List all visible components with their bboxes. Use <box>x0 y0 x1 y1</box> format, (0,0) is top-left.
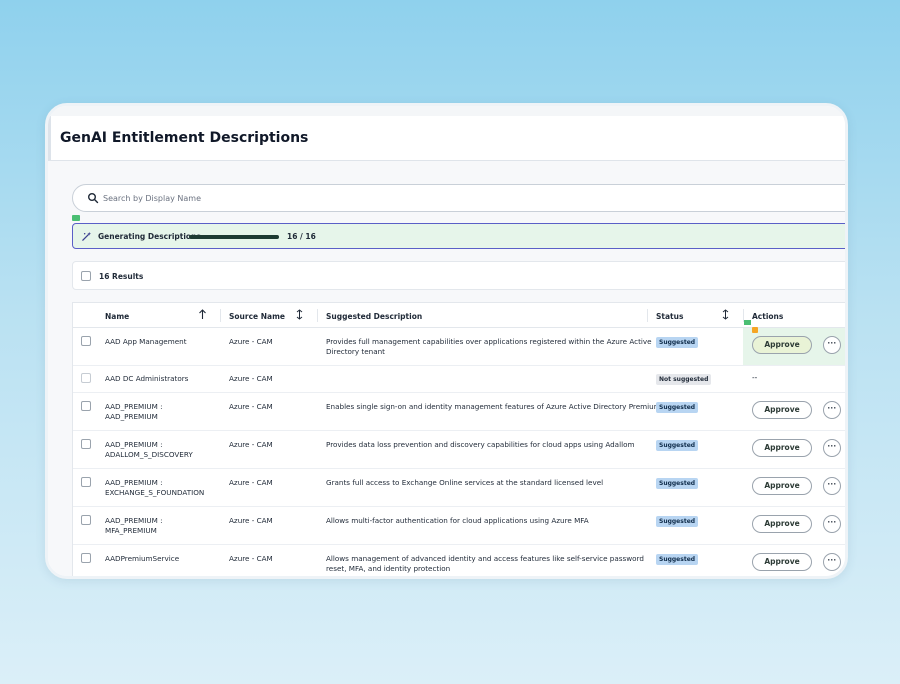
app-window: GenAI Entitlement Descriptions Generatin… <box>45 103 848 579</box>
status-badge: Suggested <box>656 554 699 565</box>
entitlement-name: AAD_PREMIUM : <box>105 440 163 449</box>
magic-wand-icon <box>82 231 92 241</box>
row-checkbox[interactable] <box>81 477 91 487</box>
source-name: Azure - CAM <box>229 337 273 346</box>
progress-count: 16 / 16 <box>287 232 316 241</box>
suggested-description: Provides full management capabilities ov… <box>326 337 652 346</box>
approve-button[interactable]: Approve <box>752 553 812 571</box>
table-row[interactable]: AAD App Management Azure - CAM Provides … <box>73 320 845 366</box>
entitlement-name: AAD App Management <box>105 337 187 346</box>
results-count: 16 Results <box>99 272 144 281</box>
column-divider <box>647 309 648 322</box>
table-row[interactable]: AADPremiumService Azure - CAM Allows man… <box>73 545 845 576</box>
progress-bar-fill <box>189 235 279 239</box>
column-header-description: Suggested Description <box>326 312 423 321</box>
source-name: Azure - CAM <box>229 440 273 449</box>
entitlement-name: AAD_PREMIUM : <box>105 516 163 525</box>
annotation-marker <box>744 320 751 325</box>
source-name: Azure - CAM <box>229 516 273 525</box>
no-action-indicator: -- <box>752 373 758 382</box>
more-horizontal-icon[interactable]: ··· <box>823 477 841 495</box>
entitlement-name: AAD_PREMIUM : <box>105 402 163 411</box>
table-row[interactable]: AAD_PREMIUM : MFA_PREMIUM Azure - CAM Al… <box>73 507 845 545</box>
suggested-description: Allows management of advanced identity a… <box>326 554 644 563</box>
results-bar: 16 Results <box>72 261 845 290</box>
table-row[interactable]: AAD_PREMIUM : ADALLOM_S_DISCOVERY Azure … <box>73 431 845 469</box>
suggested-description: Provides data loss prevention and discov… <box>326 440 635 449</box>
approve-button[interactable]: Approve <box>752 439 812 457</box>
more-horizontal-icon[interactable]: ··· <box>823 515 841 533</box>
source-name: Azure - CAM <box>229 374 273 383</box>
status-badge: Suggested <box>656 337 699 348</box>
table-row[interactable]: AAD DC Administrators Azure - CAM Not su… <box>73 366 845 393</box>
source-name: Azure - CAM <box>229 402 273 411</box>
entitlement-name-line2: EXCHANGE_S_FOUNDATION <box>105 488 205 497</box>
page-header: GenAI Entitlement Descriptions <box>48 116 845 161</box>
table-row[interactable]: AAD_PREMIUM : AAD_PREMIUM Azure - CAM En… <box>73 393 845 431</box>
row-checkbox[interactable] <box>81 439 91 449</box>
suggested-description: Grants full access to Exchange Online se… <box>326 478 604 487</box>
more-horizontal-icon[interactable]: ··· <box>823 553 841 571</box>
column-header-status[interactable]: Status <box>656 312 683 321</box>
row-checkbox[interactable] <box>81 553 91 563</box>
more-horizontal-icon[interactable]: ··· <box>823 336 841 354</box>
more-horizontal-icon[interactable]: ··· <box>823 401 841 419</box>
entitlement-name-line2: AAD_PREMIUM <box>105 412 158 421</box>
annotation-marker <box>72 215 80 221</box>
source-name: Azure - CAM <box>229 554 273 563</box>
column-header-name[interactable]: Name <box>105 312 129 321</box>
column-divider <box>317 309 318 322</box>
suggested-description: Enables single sign-on and identity mana… <box>326 402 661 411</box>
column-header-source[interactable]: Source Name <box>229 312 285 321</box>
source-name: Azure - CAM <box>229 478 273 487</box>
approve-button[interactable]: Approve <box>752 401 812 419</box>
suggested-description: Directory tenant <box>326 347 385 356</box>
table-row[interactable]: AAD_PREMIUM : EXCHANGE_S_FOUNDATION Azur… <box>73 469 845 507</box>
status-badge: Suggested <box>656 402 699 413</box>
progress-bar <box>189 235 279 239</box>
generation-progress-banner: Generating Descriptions 16 / 16 <box>72 223 845 249</box>
status-badge: Not suggested <box>656 374 712 385</box>
status-badge: Suggested <box>656 440 699 451</box>
row-checkbox[interactable] <box>81 336 91 346</box>
entitlements-table: Name Source Name Suggested Description S… <box>72 302 845 576</box>
row-checkbox[interactable] <box>81 515 91 525</box>
approve-button[interactable]: Approve <box>752 515 812 533</box>
entitlement-name: AAD_PREMIUM : <box>105 478 163 487</box>
search-input[interactable] <box>103 190 503 206</box>
column-header-actions: Actions <box>752 312 784 321</box>
entitlement-name: AADPremiumService <box>105 554 180 563</box>
status-badge: Suggested <box>656 478 699 489</box>
suggested-description: reset, MFA, and identity protection <box>326 564 451 573</box>
sort-arrows-icon[interactable] <box>295 309 304 320</box>
sort-arrows-icon[interactable] <box>721 309 730 320</box>
suggested-description: Allows multi-factor authentication for c… <box>326 516 589 525</box>
row-checkbox <box>81 373 91 383</box>
approve-button[interactable]: Approve <box>752 477 812 495</box>
search-bar[interactable] <box>72 184 845 212</box>
entitlement-name-line2: MFA_PREMIUM <box>105 526 157 535</box>
arrow-up-icon[interactable] <box>198 309 207 320</box>
row-checkbox[interactable] <box>81 401 91 411</box>
select-all-checkbox[interactable] <box>81 271 91 281</box>
search-icon <box>88 193 99 204</box>
more-horizontal-icon[interactable]: ··· <box>823 439 841 457</box>
entitlement-name-line2: ADALLOM_S_DISCOVERY <box>105 450 193 459</box>
approve-button[interactable]: Approve <box>752 336 812 354</box>
table-header: Name Source Name Suggested Description S… <box>73 303 845 328</box>
window-top-strip <box>48 106 845 116</box>
entitlement-name: AAD DC Administrators <box>105 374 189 383</box>
annotation-marker <box>752 327 758 333</box>
main-content: Generating Descriptions 16 / 16 16 Resul… <box>48 161 845 576</box>
status-badge: Suggested <box>656 516 699 527</box>
page-title: GenAI Entitlement Descriptions <box>60 130 309 146</box>
progress-label: Generating Descriptions <box>98 232 201 241</box>
column-divider <box>220 309 221 322</box>
